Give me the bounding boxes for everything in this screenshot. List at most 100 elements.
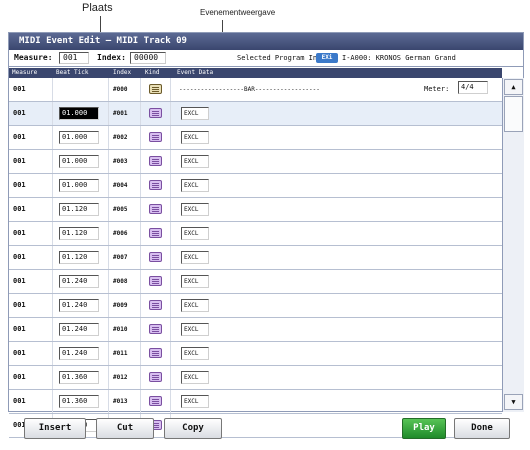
measure-cell: 001 — [9, 126, 53, 149]
beat-tick-field[interactable]: 01.360 — [59, 371, 99, 384]
event-data-field[interactable]: EXCL — [181, 155, 209, 168]
table-row[interactable]: 001 01.360 #013 EXCL — [9, 390, 502, 414]
measure-cell: 001 — [9, 294, 53, 317]
exclusive-event-icon — [149, 204, 162, 214]
beat-tick-field[interactable]: 01.120 — [59, 203, 99, 216]
scrollbar-thumb[interactable] — [504, 96, 523, 132]
event-data-field[interactable]: EXCL — [181, 275, 209, 288]
exclusive-event-icon — [149, 396, 162, 406]
beat-tick-field[interactable]: 01.000 — [59, 179, 99, 192]
beat-tick-field[interactable]: 01.120 — [59, 251, 99, 264]
column-header-measure: Measure — [12, 69, 38, 76]
column-header-event-data: Event Data — [177, 69, 214, 76]
beat-tick-field[interactable]: 01.360 — [59, 395, 99, 408]
table-row[interactable]: 001 01.360 #012 EXCL — [9, 366, 502, 390]
beat-tick-field[interactable]: 01.120 — [59, 227, 99, 240]
beat-tick-field[interactable]: 01.000 — [59, 107, 99, 120]
beat-tick-cell: 01.240 — [53, 318, 109, 341]
event-data-field[interactable]: EXCL — [181, 227, 209, 240]
beat-tick-field[interactable]: 01.240 — [59, 275, 99, 288]
event-data-field[interactable]: EXCL — [181, 131, 209, 144]
table-row[interactable]: 001 01.000 #001 EXCL — [9, 102, 502, 126]
kind-cell — [141, 294, 171, 317]
exclusive-event-icon — [149, 156, 162, 166]
kind-cell — [141, 318, 171, 341]
measure-cell: 001 — [9, 222, 53, 245]
measure-cell: 001 — [9, 78, 53, 101]
table-row[interactable]: 001 01.120 #005 EXCL — [9, 198, 502, 222]
beat-tick-cell: 01.360 — [53, 390, 109, 413]
index-field[interactable]: 00000 — [130, 52, 166, 64]
measure-cell: 001 — [9, 150, 53, 173]
table-row[interactable]: 001 01.240 #011 EXCL — [9, 342, 502, 366]
program-name: I-A000: KRONOS German Grand — [342, 54, 456, 62]
kind-cell — [141, 126, 171, 149]
beat-tick-cell: 01.360 — [53, 366, 109, 389]
copy-button[interactable]: Copy — [164, 418, 222, 439]
table-row-bar[interactable]: 001 #000 ------------------BAR----------… — [9, 78, 502, 102]
measure-cell: 001 — [9, 174, 53, 197]
meter-field[interactable]: 4/4 — [458, 81, 488, 94]
event-data-field[interactable]: EXCL — [181, 347, 209, 360]
event-data-field[interactable]: EXCL — [181, 323, 209, 336]
measure-cell: 001 — [9, 270, 53, 293]
event-data-cell: EXCL — [171, 366, 502, 389]
table-row[interactable]: 001 01.120 #007 EXCL — [9, 246, 502, 270]
kind-cell — [141, 150, 171, 173]
beat-tick-field[interactable]: 01.000 — [59, 155, 99, 168]
event-data-field[interactable]: EXCL — [181, 107, 209, 120]
event-data-field[interactable]: EXCL — [181, 203, 209, 216]
table-row[interactable]: 001 01.000 #002 EXCL — [9, 126, 502, 150]
index-label: Index: — [97, 53, 126, 62]
table-row[interactable]: 001 01.240 #008 EXCL — [9, 270, 502, 294]
index-cell: #010 — [109, 318, 141, 341]
table-row[interactable]: 001 01.240 #010 EXCL — [9, 318, 502, 342]
kind-cell — [141, 390, 171, 413]
beat-tick-cell: 01.120 — [53, 246, 109, 269]
event-data-cell: EXCL — [171, 270, 502, 293]
index-cell: #008 — [109, 270, 141, 293]
exclusive-event-icon — [149, 108, 162, 118]
measure-cell: 001 — [9, 102, 53, 125]
table-row[interactable]: 001 01.000 #003 EXCL — [9, 150, 502, 174]
event-data-field[interactable]: EXCL — [181, 179, 209, 192]
beat-tick-cell: 01.000 — [53, 174, 109, 197]
event-data-field[interactable]: EXCL — [181, 395, 209, 408]
beat-tick-cell: 01.240 — [53, 270, 109, 293]
done-button[interactable]: Done — [454, 418, 510, 439]
index-cell: #006 — [109, 222, 141, 245]
event-data-cell: EXCL — [171, 150, 502, 173]
beat-tick-field[interactable]: 01.000 — [59, 131, 99, 144]
table-row[interactable]: 001 01.120 #006 EXCL — [9, 222, 502, 246]
event-data-cell: EXCL — [171, 390, 502, 413]
insert-button[interactable]: Insert — [24, 418, 86, 439]
beat-tick-field[interactable]: 01.240 — [59, 299, 99, 312]
table-row[interactable]: 001 01.240 #009 EXCL — [9, 294, 502, 318]
index-cell: #004 — [109, 174, 141, 197]
window-title: MIDI Event Edit – MIDI Track 09 — [9, 33, 523, 50]
scroll-up-arrow-icon[interactable]: ▲ — [504, 79, 523, 95]
beat-tick-field[interactable]: 01.240 — [59, 347, 99, 360]
table-row[interactable]: 001 01.000 #004 EXCL — [9, 174, 502, 198]
vertical-scrollbar[interactable]: ▲ ▼ — [502, 78, 524, 412]
event-list: 001 #000 ------------------BAR----------… — [9, 78, 502, 438]
event-data-cell: EXCL — [171, 222, 502, 245]
kind-cell — [141, 246, 171, 269]
exclusive-event-icon — [149, 372, 162, 382]
event-data-field[interactable]: EXCL — [181, 251, 209, 264]
index-cell: #012 — [109, 366, 141, 389]
cut-button[interactable]: Cut — [96, 418, 154, 439]
beat-tick-field[interactable]: 01.240 — [59, 323, 99, 336]
bar-separator-text: ------------------BAR------------------ — [179, 86, 320, 93]
event-data-field[interactable]: EXCL — [181, 299, 209, 312]
event-data-field[interactable]: EXCL — [181, 371, 209, 384]
meter-label: Meter: — [424, 85, 450, 93]
measure-cell: 001 — [9, 390, 53, 413]
scroll-down-arrow-icon[interactable]: ▼ — [504, 394, 523, 410]
index-cell: #000 — [109, 78, 141, 101]
measure-field[interactable]: 001 — [59, 52, 89, 64]
event-data-cell: EXCL — [171, 102, 502, 125]
exclusive-event-icon — [149, 228, 162, 238]
play-button[interactable]: Play — [402, 418, 446, 439]
index-cell: #011 — [109, 342, 141, 365]
